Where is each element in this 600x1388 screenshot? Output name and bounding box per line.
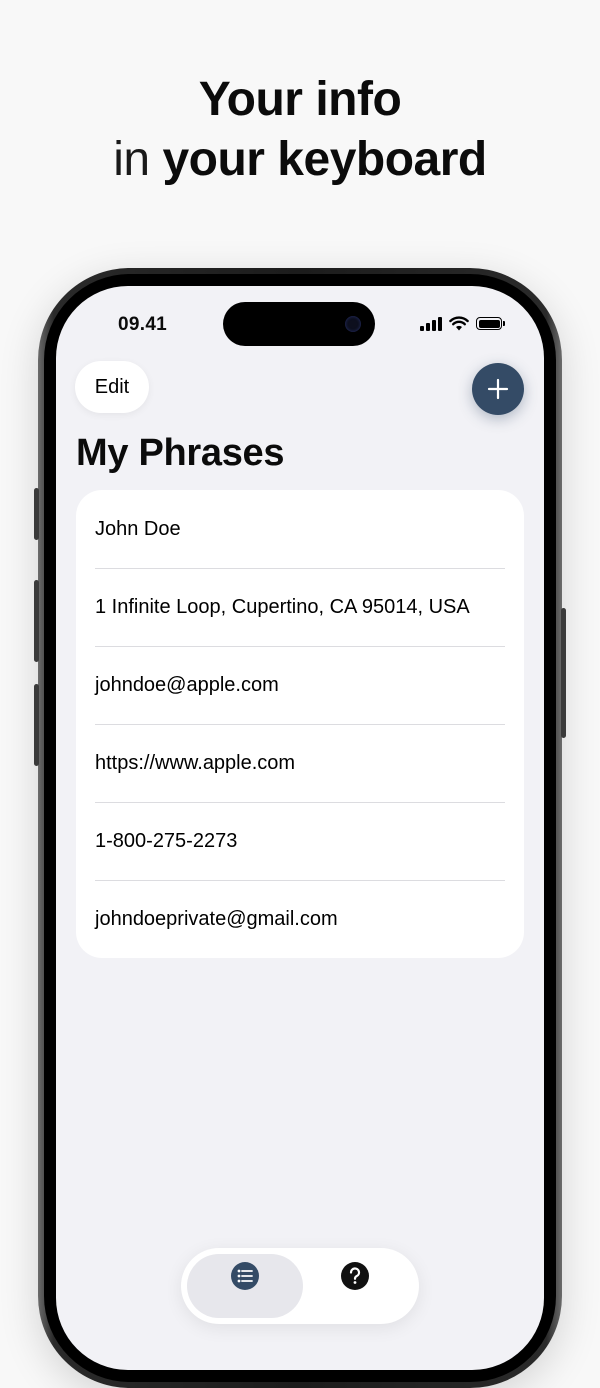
cellular-signal-icon: [420, 316, 442, 331]
action-button: [34, 488, 39, 540]
page-title: My Phrases: [76, 432, 285, 474]
phrase-item[interactable]: johndoeprivate@gmail.com: [76, 880, 524, 958]
dynamic-island: [223, 302, 375, 346]
phrase-item[interactable]: 1 Infinite Loop, Cupertino, CA 95014, US…: [76, 568, 524, 646]
phrase-item[interactable]: https://www.apple.com: [76, 724, 524, 802]
edit-button[interactable]: Edit: [75, 361, 149, 413]
phrases-list: John Doe 1 Infinite Loop, Cupertino, CA …: [76, 490, 524, 958]
status-icons: [420, 316, 505, 331]
tab-help[interactable]: [297, 1254, 413, 1318]
volume-up-button: [34, 580, 39, 662]
camera-icon: [345, 316, 361, 332]
status-time: 09.41: [118, 314, 168, 335]
phrase-item[interactable]: 1-800-275-2273: [76, 802, 524, 880]
battery-icon: [476, 317, 505, 330]
plus-icon: [487, 378, 509, 400]
volume-down-button: [34, 684, 39, 766]
headline-line-2: in your keyboard: [113, 133, 487, 186]
wifi-icon: [449, 316, 469, 331]
question-icon: [341, 1262, 369, 1290]
add-phrase-button[interactable]: [472, 363, 524, 415]
marketing-headline: Your info in your keyboard: [0, 70, 600, 190]
phone-screen: 09.41 Edit My Phrases John Doe 1 Infinit…: [56, 286, 544, 1370]
phrase-item[interactable]: John Doe: [76, 490, 524, 568]
power-button: [561, 608, 566, 738]
tab-bar: [181, 1248, 419, 1324]
tab-my-phrases[interactable]: [187, 1254, 303, 1318]
phone-frame: 09.41 Edit My Phrases John Doe 1 Infinit…: [34, 268, 566, 1388]
phrase-item[interactable]: johndoe@apple.com: [76, 646, 524, 724]
headline-line-1: Your info: [198, 73, 402, 126]
list-icon: [231, 1262, 259, 1290]
